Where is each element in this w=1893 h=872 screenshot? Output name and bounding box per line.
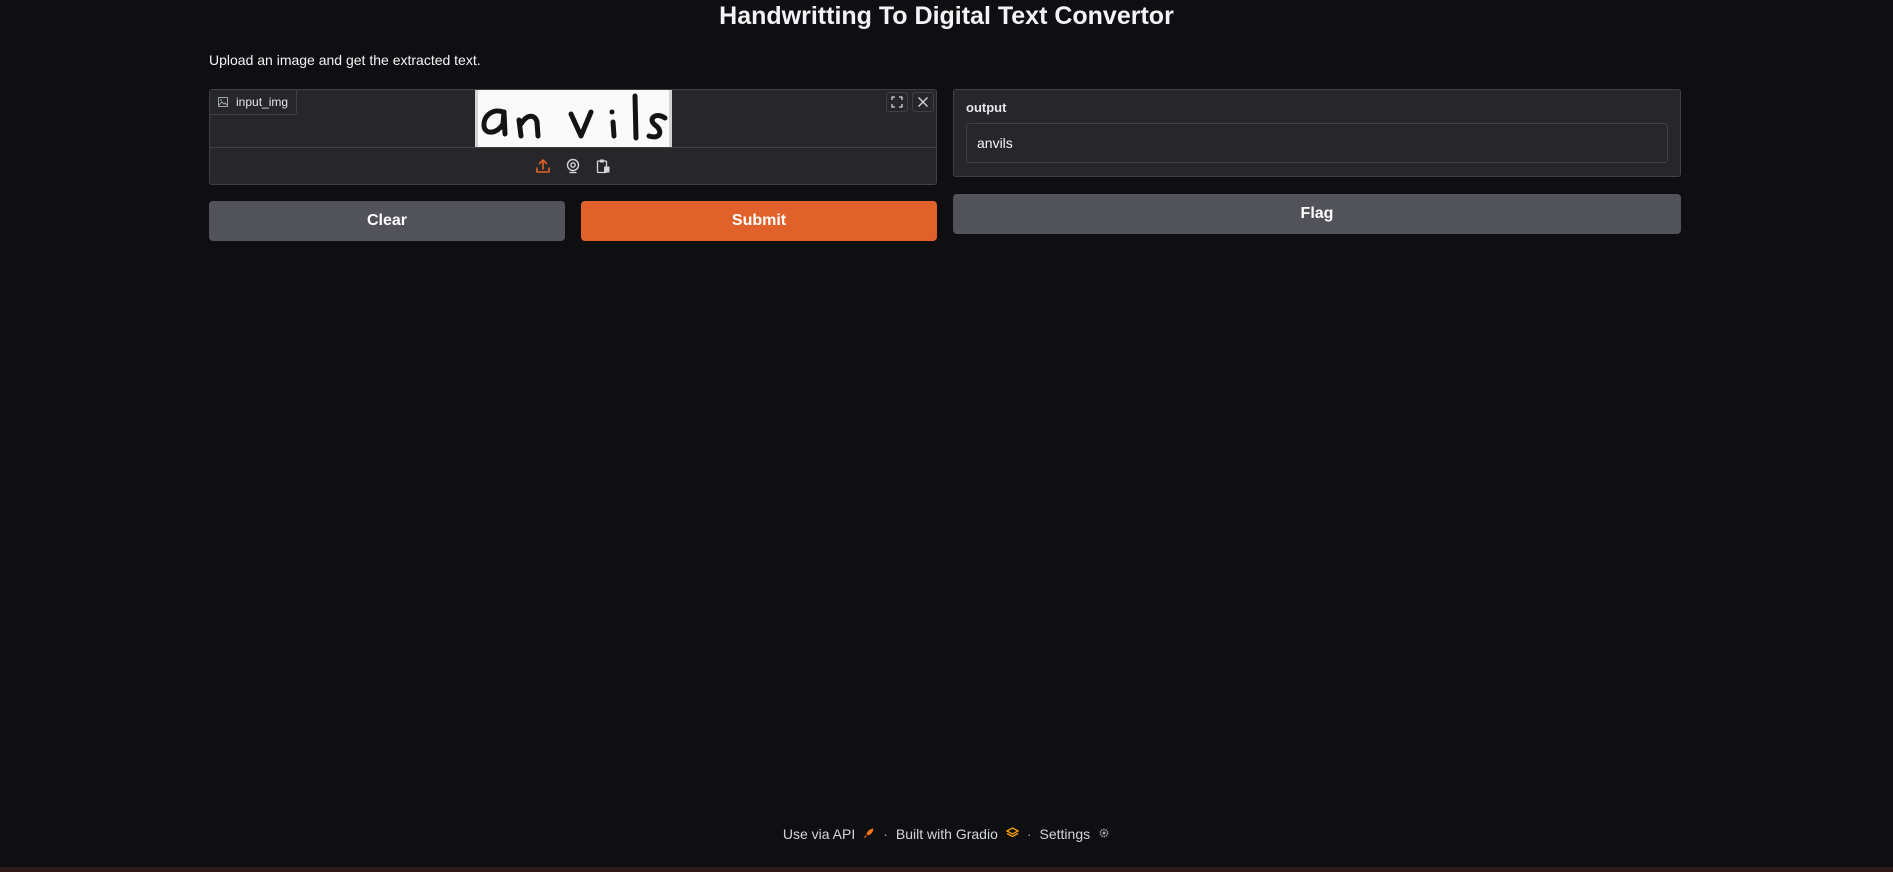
output-textbox[interactable]: anvils: [966, 123, 1668, 163]
clear-button[interactable]: Clear: [209, 201, 565, 241]
image-preview: [475, 90, 672, 147]
image-corner-buttons: [886, 92, 934, 112]
use-via-api-link[interactable]: Use via API: [783, 826, 875, 842]
upload-icon[interactable]: [533, 156, 553, 176]
footer: Use via API · Built with Gradio · Settin…: [0, 826, 1893, 842]
webcam-icon[interactable]: [563, 156, 583, 176]
footer-separator: ·: [1026, 826, 1032, 842]
image-input-label: input_img: [210, 90, 298, 115]
input-column: input_img Clear Submit: [209, 89, 937, 241]
submit-button[interactable]: Submit: [581, 201, 937, 241]
clipboard-icon[interactable]: [593, 156, 613, 176]
output-column: output anvils Flag: [953, 89, 1681, 234]
settings-link[interactable]: Settings: [1040, 826, 1111, 842]
image-input-label-text: input_img: [236, 95, 289, 109]
use-via-api-label: Use via API: [782, 826, 856, 842]
gradio-logo-icon: [1005, 826, 1020, 842]
image-source-bar: [210, 148, 936, 184]
page-description: Upload an image and get the extracted te…: [209, 52, 481, 68]
page-title: Handwritting To Digital Text Convertor: [719, 2, 1174, 30]
built-with-gradio-label: Built with Gradio: [895, 826, 998, 842]
output-panel: output anvils: [953, 89, 1681, 177]
rocket-icon: [863, 826, 875, 842]
image-input-panel[interactable]: input_img: [209, 89, 937, 185]
action-button-row: Clear Submit: [209, 201, 937, 241]
footer-separator: ·: [883, 826, 888, 842]
close-icon[interactable]: [912, 92, 934, 112]
app-page: Handwritting To Digital Text Convertor U…: [0, 0, 1893, 872]
image-icon: [218, 97, 228, 107]
built-with-gradio-link[interactable]: Built with Gradio: [895, 826, 1020, 842]
bottom-strip: [0, 867, 1893, 872]
flag-button[interactable]: Flag: [953, 194, 1681, 234]
gear-icon: [1098, 826, 1110, 842]
settings-label: Settings: [1039, 826, 1091, 842]
output-label: output: [966, 100, 1007, 115]
fullscreen-icon[interactable]: [886, 92, 908, 112]
